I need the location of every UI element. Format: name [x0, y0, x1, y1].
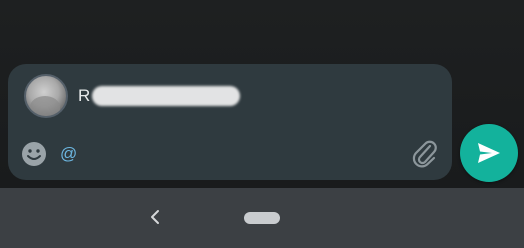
home-pill-icon[interactable] [244, 212, 280, 224]
back-button[interactable] [144, 206, 166, 228]
emoji-button[interactable] [20, 140, 48, 168]
chevron-left-icon [151, 210, 159, 224]
send-button[interactable] [460, 124, 518, 182]
redacted-name-overlay [92, 86, 241, 106]
reply-composer: R [8, 64, 452, 180]
mention-name-text: R [78, 86, 91, 105]
input-row [20, 136, 440, 172]
screen: R [0, 0, 524, 248]
system-navigation-bar [0, 188, 524, 248]
mention-name: R [78, 86, 241, 106]
send-arrow-icon [478, 143, 500, 163]
contact-avatar [24, 74, 68, 118]
emoji-face-icon [22, 142, 46, 166]
mention-suggestion[interactable]: R [24, 72, 241, 120]
message-input[interactable] [60, 140, 410, 168]
paperclip-icon [412, 140, 437, 168]
attach-button[interactable] [410, 139, 440, 169]
